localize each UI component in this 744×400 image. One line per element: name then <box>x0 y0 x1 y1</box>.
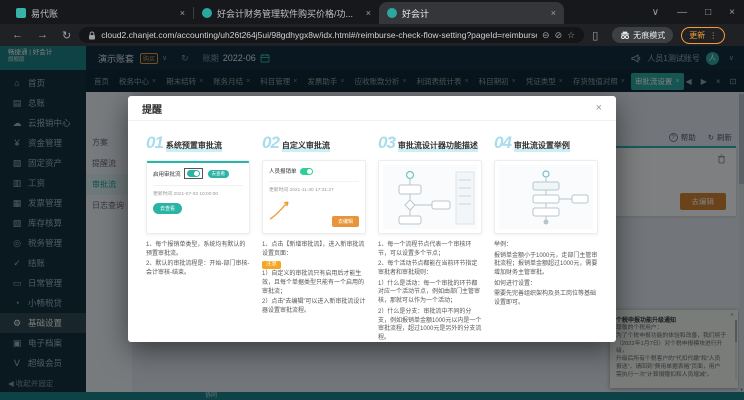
tab-title: 好会计 <box>402 7 546 20</box>
forward-icon[interactable]: → <box>31 29 54 41</box>
modal-column-custom-flow: 02 自定义审批流 人员报销单 更新时间 2021-11-30 17:31:27… <box>262 133 366 345</box>
update-label: 更新 <box>689 30 705 41</box>
step-title: 系统预置审批流 <box>166 140 222 152</box>
flow-designer-diagram <box>384 168 477 226</box>
modal-title: 提醒 <box>142 101 162 116</box>
mini-screenshot-designer <box>378 160 482 234</box>
step-number: 01 <box>146 133 163 153</box>
step-text: 1）自定义的审批流只有启用后才能生效，且每个单据类型只能有一个启用的审批流； <box>262 270 366 296</box>
app-window: 畅捷通 | 好会计 旗舰版 演示账套 购买 ∨ ↻ 账期 2022-06 人员1… <box>0 46 744 400</box>
incognito-icon <box>620 31 630 40</box>
browser-tab-strip: 易代账 × 好会计财务管理软件购买价格/功... × 好会计 × ∨ — □ × <box>0 0 744 24</box>
modal-column-preset-flow: 01 系统预置审批流 启用审批流 去查看 更新时间 2021-07-03 10:… <box>146 133 250 345</box>
reminder-modal: 提醒 × 01 系统预置审批流 启用审批流 去查看 <box>128 96 616 342</box>
step-text: 需要先完善组织架构及员工岗位等基础设置即可。 <box>494 290 598 307</box>
step-number: 03 <box>378 133 395 153</box>
mini-doc-label: 人员报销单 <box>269 167 297 175</box>
step-number: 04 <box>494 133 511 153</box>
step-text: 2）点击“去编辑”可以进入新审批流设计器设置审批流程。 <box>262 298 366 315</box>
mini-toggle-label: 启用审批流 <box>153 170 181 178</box>
haokuaiji-favicon-icon <box>202 8 212 18</box>
mini-screenshot-preset: 启用审批流 去查看 更新时间 2021-07-03 10:00:00 去查看 <box>146 160 250 234</box>
status-chip: 去查看 <box>208 170 230 178</box>
tab-title: 好会计财务管理软件购买价格/功... <box>217 7 361 20</box>
yidaizhang-favicon-icon <box>16 8 26 18</box>
eye-off-icon[interactable]: ⊘ <box>555 30 563 41</box>
chrome-update-button[interactable]: 更新 ⋮ <box>681 27 725 44</box>
toggle-on-icon <box>300 168 313 175</box>
modal-body: 01 系统预置审批流 启用审批流 去查看 更新时间 2021-07-03 10:… <box>128 121 616 345</box>
mini-update-time: 更新时间 2021-11-30 17:31:27 <box>269 181 359 193</box>
browser-tab-haokuaiji-buy[interactable]: 好会计财务管理软件购买价格/功... × <box>194 2 379 24</box>
url-text: cloud2.chanjet.com/accounting/uh26t264j5… <box>101 30 537 40</box>
tab-title: 易代账 <box>31 7 175 20</box>
mini-edit-button: 去编辑 <box>332 216 359 227</box>
tab-close-icon[interactable]: × <box>366 8 371 18</box>
step-text: 1）什么是活动：每一个审批的环节都对应一个活动节点，例如由部门主管审核，那就可以… <box>378 280 482 306</box>
mini-screenshot-example <box>494 160 598 234</box>
restore-icon[interactable]: □ <box>696 7 720 18</box>
menu-dots-icon[interactable]: ⋮ <box>709 31 717 40</box>
zoom-out-icon[interactable]: ⊖ <box>542 30 550 41</box>
close-window-icon[interactable]: × <box>720 7 744 18</box>
bookmark-star-icon[interactable]: ☆ <box>567 30 575 41</box>
incognito-label: 无痕模式 <box>633 30 665 41</box>
step-text: 2）什么是分支：审批流中不同的分支，例如报销单金额1000元以内是一个审批流程，… <box>378 308 482 343</box>
hand-drawn-arrow-icon <box>267 197 293 221</box>
mini-update-time: 更新时间 2021-07-03 10:00:00 <box>153 185 243 197</box>
modal-column-example: 04 审批流设置举例 <box>494 133 598 345</box>
modal-header: 提醒 × <box>128 96 616 121</box>
haokuaiji-favicon-icon <box>387 8 397 18</box>
modal-column-designer: 03 审批流设计器功能描述 <box>378 133 482 345</box>
step-text: 2、默认的审批流程是：开始-部门审核-会计审核-结束。 <box>146 260 250 277</box>
reload-icon[interactable]: ↻ <box>56 29 77 42</box>
incognito-badge: 无痕模式 <box>612 27 673 43</box>
toggle-on-icon <box>187 170 200 177</box>
minimize-icon[interactable]: — <box>668 7 696 18</box>
step-text: 如何进行设置： <box>494 280 598 289</box>
annotation-box <box>184 168 203 179</box>
mini-view-button: 去查看 <box>153 203 182 214</box>
step-text: 1、点击【新增审批流】，进入新审批流设置页面： <box>262 241 366 258</box>
step-title: 自定义审批流 <box>282 140 330 152</box>
lock-icon <box>88 31 96 40</box>
tab-close-icon[interactable]: × <box>180 8 185 18</box>
window-controls: ∨ — □ × <box>643 7 744 18</box>
address-bar[interactable]: cloud2.chanjet.com/accounting/uh26t264j5… <box>79 27 584 43</box>
tab-close-icon[interactable]: × <box>551 8 556 18</box>
step-title: 审批流设计器功能描述 <box>398 140 478 152</box>
browser-tab-yidaizhang[interactable]: 易代账 × <box>8 2 193 24</box>
step-number: 02 <box>262 133 279 153</box>
mini-screenshot-custom: 人员报销单 更新时间 2021-11-30 17:31:27 去编辑 <box>262 160 366 234</box>
screen: 易代账 × 好会计财务管理软件购买价格/功... × 好会计 × ∨ — □ ×… <box>0 0 744 400</box>
flow-example-diagram <box>500 168 593 226</box>
step-text: 举例： <box>494 241 598 250</box>
back-icon[interactable]: ← <box>6 29 29 41</box>
step-text: 1、每个报销单类型，系统均有默认的预置审批流。 <box>146 241 250 258</box>
step-text: 报销单金额小于1000元，走部门主管审批流程；报销单金额超过1000元，需要增加… <box>494 252 598 278</box>
step-text: 2、每个活动节点都能在当前环节指定审批者和审批规则： <box>378 260 482 277</box>
step-title: 审批流设置举例 <box>514 140 570 152</box>
modal-close-icon[interactable]: × <box>596 102 602 114</box>
tab-search-icon[interactable]: ∨ <box>643 7 668 18</box>
side-panel-icon[interactable]: ▯ <box>586 29 604 42</box>
browser-toolbar: ← → ↻ cloud2.chanjet.com/accounting/uh26… <box>0 24 744 46</box>
notice-tag: 注意 <box>262 261 281 269</box>
step-text: 1、每一个流程节点代表一个审核环节，可以设置多个节点； <box>378 241 482 258</box>
browser-tab-haokuaiji-active[interactable]: 好会计 × <box>379 2 564 24</box>
